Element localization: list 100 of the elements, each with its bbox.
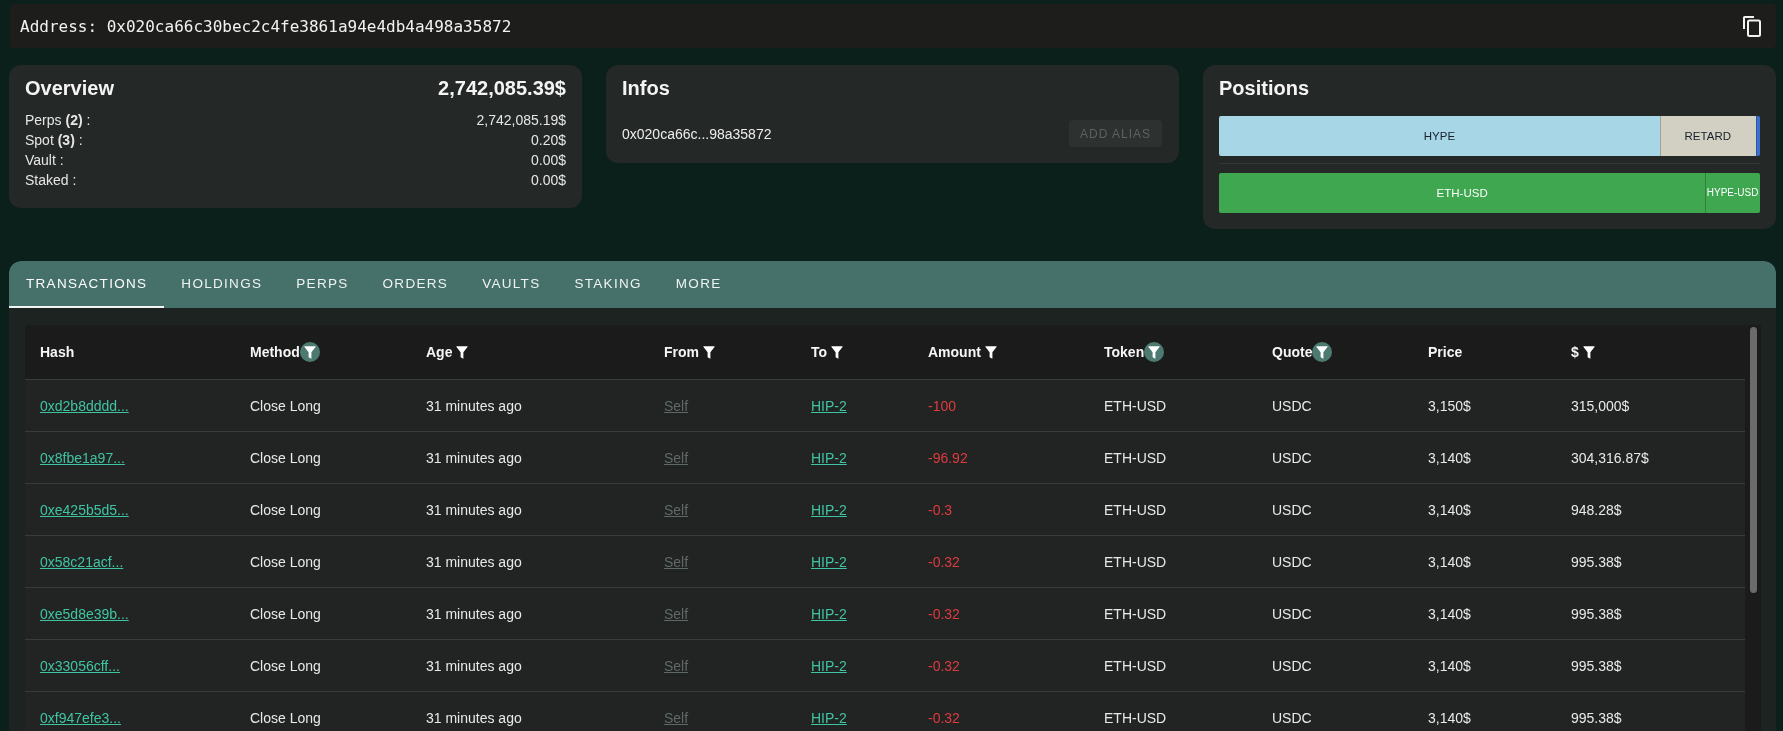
table-cell: USDC: [1257, 587, 1413, 640]
table-link[interactable]: HIP-2: [811, 709, 847, 726]
filter-icon: [1582, 345, 1595, 359]
balance-label: Staked :: [25, 171, 77, 190]
table-link[interactable]: 0xd2b8dddd...: [40, 397, 129, 414]
table-cell: ETH-USD: [1089, 379, 1257, 432]
table-cell: USDC: [1257, 483, 1413, 536]
filter-icon: [1316, 345, 1329, 359]
column-header: To: [811, 344, 828, 360]
table-cell: ETH-USD: [1089, 691, 1257, 731]
tab[interactable]: STAKING: [557, 261, 659, 308]
card-title: Positions: [1219, 76, 1310, 101]
balance-value: 0.00$: [530, 171, 566, 190]
card-title: Infos: [622, 76, 671, 101]
column-header: Method: [250, 344, 300, 360]
table-link[interactable]: Self: [664, 553, 689, 570]
table-cell: USDC: [1257, 379, 1413, 432]
table-link[interactable]: Self: [664, 449, 689, 466]
column-header: Hash: [40, 344, 75, 360]
filter-button[interactable]: [1144, 342, 1165, 362]
filter-icon: [984, 345, 997, 359]
column-header: From: [664, 344, 699, 360]
filter-icon: [303, 345, 316, 359]
table-link[interactable]: HIP-2: [811, 553, 847, 570]
table-link[interactable]: HIP-2: [811, 449, 847, 466]
table-cell: USDC: [1257, 639, 1413, 692]
column-header: Age: [426, 344, 453, 360]
table-link[interactable]: Self: [664, 397, 689, 414]
balance-label: Spot (3) :: [25, 131, 83, 150]
table-cell: -0.32: [913, 691, 1089, 731]
table-cell: 31 minutes ago: [411, 431, 649, 484]
filter-button[interactable]: [299, 342, 320, 362]
position-label: RETARD: [1684, 129, 1731, 143]
balance-value: 0.00$: [530, 151, 566, 170]
filter-icon: [831, 345, 844, 359]
position-label: HYPE-USD: [1706, 186, 1759, 200]
table-cell: -96.92: [913, 431, 1089, 484]
balance-value: 2,742,085.19$: [476, 111, 566, 130]
table-cell: 3,140$: [1413, 639, 1556, 692]
tab[interactable]: TRANSACTIONS: [9, 261, 165, 308]
table-link[interactable]: Self: [664, 501, 689, 518]
table-cell: ETH-USD: [1089, 535, 1257, 588]
total-value: 2,742,085.39$: [438, 76, 566, 101]
table-link[interactable]: 0x33056cff...: [40, 657, 120, 674]
table-cell: USDC: [1257, 691, 1413, 731]
filter-button[interactable]: [1312, 342, 1333, 362]
tab[interactable]: PERPS: [279, 261, 366, 308]
table-link[interactable]: 0x8fbe1a97...: [40, 449, 125, 466]
table-cell: 3,140$: [1413, 535, 1556, 588]
table-cell: Close Long: [235, 587, 411, 640]
table-link[interactable]: Self: [664, 657, 689, 674]
table-cell: ETH-USD: [1089, 639, 1257, 692]
table-link[interactable]: HIP-2: [811, 501, 847, 518]
table-cell: 3,150$: [1413, 379, 1556, 432]
scrollbar-thumb[interactable]: [1750, 327, 1757, 593]
column-header: Amount: [928, 344, 981, 360]
table-cell: 31 minutes ago: [411, 535, 649, 588]
position-label: HYPE: [1423, 129, 1456, 143]
tab[interactable]: VAULTS: [465, 261, 558, 308]
filter-icon: [1148, 345, 1161, 359]
balance-value: 0.20$: [530, 131, 566, 150]
filter-icon: [703, 345, 715, 359]
card-title: Overview: [25, 76, 114, 101]
table-cell: 31 minutes ago: [411, 639, 649, 692]
table-cell: -0.3: [913, 483, 1089, 536]
filter-icon: [456, 345, 469, 359]
table-link[interactable]: HIP-2: [811, 657, 847, 674]
position-label: ETH-USD: [1436, 186, 1488, 200]
table-cell: 31 minutes ago: [411, 379, 649, 432]
table-cell: 31 minutes ago: [411, 587, 649, 640]
table-cell: Close Long: [235, 639, 411, 692]
copy-icon[interactable]: [1742, 15, 1761, 37]
table-cell: ETH-USD: [1089, 587, 1257, 640]
table-cell: Close Long: [235, 379, 411, 432]
table-link[interactable]: 0x58c21acf...: [40, 553, 124, 570]
table-link[interactable]: HIP-2: [811, 605, 847, 622]
table-link[interactable]: HIP-2: [811, 397, 847, 414]
table-link[interactable]: Self: [664, 605, 689, 622]
table-link[interactable]: 0xf947efe3...: [40, 709, 121, 726]
table-link[interactable]: 0xe5d8e39b...: [40, 605, 129, 622]
balance-label: Vault :: [25, 151, 64, 170]
tab[interactable]: HOLDINGS: [164, 261, 280, 308]
column-header: $: [1571, 344, 1579, 360]
table-cell: -100: [913, 379, 1089, 432]
table-cell: 3,140$: [1413, 431, 1556, 484]
table-cell: 3,140$: [1413, 587, 1556, 640]
table-link[interactable]: 0xe425b5d5...: [40, 501, 129, 518]
table-cell: USDC: [1257, 431, 1413, 484]
tab[interactable]: ORDERS: [365, 261, 466, 308]
column-header: Token: [1104, 344, 1145, 360]
table-cell: Close Long: [235, 431, 411, 484]
table-link[interactable]: Self: [664, 709, 689, 726]
table-cell: Close Long: [235, 691, 411, 731]
table-cell: -0.32: [913, 639, 1089, 692]
tab[interactable]: MORE: [658, 261, 739, 308]
column-header: Quote: [1272, 344, 1313, 360]
table-cell: Close Long: [235, 535, 411, 588]
table-cell: 3,140$: [1413, 691, 1556, 731]
table-cell: 31 minutes ago: [411, 483, 649, 536]
short-address: 0x020ca66c...98a35872: [622, 125, 772, 142]
